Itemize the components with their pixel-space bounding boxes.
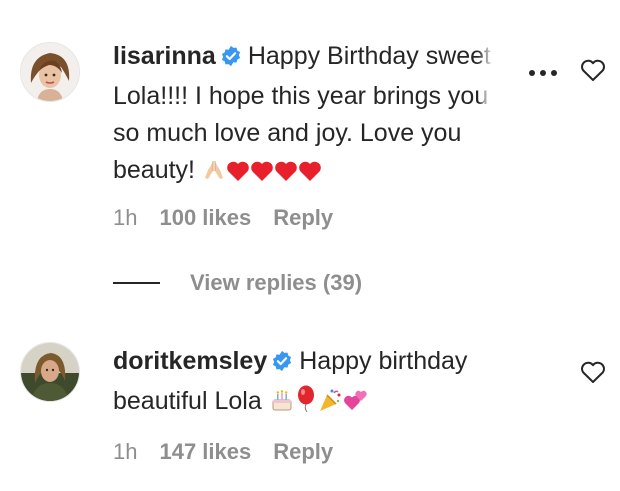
comment-time: 1h bbox=[113, 439, 138, 464]
comment-time: 1h bbox=[113, 205, 138, 230]
comment-meta: 1h 100 likes Reply bbox=[113, 205, 333, 231]
username[interactable]: doritkemsley bbox=[113, 347, 267, 375]
red-heart-emoji-icon bbox=[250, 156, 274, 193]
comment-body-fade-2: u bbox=[474, 82, 489, 110]
avatar[interactable] bbox=[20, 42, 80, 102]
comment-meta: 1h 147 likes Reply bbox=[113, 439, 333, 465]
comment-text: lisarinna Happy Birthday sweet Lola!!!! I… bbox=[113, 38, 543, 193]
divider-line bbox=[113, 282, 160, 284]
party-popper-emoji-icon bbox=[317, 387, 343, 424]
verified-badge-icon bbox=[271, 346, 293, 383]
comment-text: doritkemsley Happy birthday beautiful Lol… bbox=[113, 343, 543, 424]
view-replies-label: View replies (39) bbox=[190, 270, 363, 295]
red-heart-emoji-icon bbox=[226, 156, 250, 193]
folded-hands-emoji-icon bbox=[202, 156, 226, 193]
red-heart-emoji-icon bbox=[274, 156, 298, 193]
comment-body-line-4: beauty! bbox=[113, 156, 196, 184]
comment-body-line-3: so much love and joy. Love you bbox=[113, 119, 462, 147]
more-options-icon[interactable] bbox=[527, 66, 559, 78]
red-heart-emoji-icon bbox=[298, 156, 322, 193]
avatar[interactable] bbox=[20, 342, 80, 402]
like-count[interactable]: 147 likes bbox=[159, 439, 251, 465]
comment-body-line-2: Lola!!!! I hope this year brings yo bbox=[113, 82, 475, 110]
heart-outline-icon[interactable] bbox=[580, 360, 606, 384]
reply-button[interactable]: Reply bbox=[273, 205, 333, 231]
verified-badge-icon bbox=[220, 41, 242, 78]
heart-outline-icon[interactable] bbox=[580, 58, 606, 82]
username[interactable]: lisarinna bbox=[113, 42, 216, 70]
birthday-cake-emoji-icon bbox=[269, 387, 295, 424]
comment-body-line-1: Happy Birthday swe bbox=[247, 42, 471, 70]
two-hearts-emoji-icon bbox=[343, 387, 369, 424]
like-count[interactable]: 100 likes bbox=[159, 205, 251, 231]
reply-button[interactable]: Reply bbox=[273, 439, 333, 465]
comment-body-line-2: beautiful Lola bbox=[113, 387, 262, 415]
comment-body-fade-1: et bbox=[470, 42, 492, 70]
balloon-emoji-icon bbox=[295, 385, 317, 424]
comment-body-line-1: Happy birthday bbox=[299, 347, 468, 375]
view-replies-button[interactable]: View replies (39) bbox=[113, 270, 362, 296]
